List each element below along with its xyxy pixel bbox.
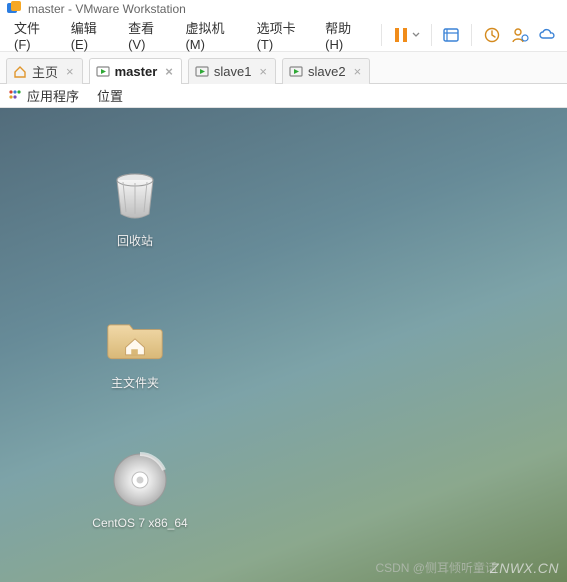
person-clock-icon[interactable] xyxy=(508,22,532,48)
gnome-apps-icon xyxy=(8,89,22,103)
vm-on-icon xyxy=(195,65,209,79)
menu-edit[interactable]: 编辑(E) xyxy=(63,12,118,58)
desktop-icon-label: 主文件夹 xyxy=(111,374,159,391)
guest-desktop[interactable]: 回收站 主文件夹 xyxy=(0,108,567,582)
cloud-sync-icon[interactable] xyxy=(535,22,559,48)
tab-slave1[interactable]: slave1 × xyxy=(188,58,276,84)
menu-tabs[interactable]: 选项卡(T) xyxy=(249,12,316,58)
desktop-icon-trash[interactable]: 回收站 xyxy=(75,166,195,249)
menu-help[interactable]: 帮助(H) xyxy=(317,12,373,58)
tab-slave2[interactable]: slave2 × xyxy=(282,58,370,84)
tab-home[interactable]: 主页 × xyxy=(6,58,83,84)
desktop-icon-label: CentOS 7 x86_64 xyxy=(92,516,187,530)
tab-label: slave1 xyxy=(214,64,252,79)
guest-menu-places[interactable]: 位置 xyxy=(97,86,123,105)
separator xyxy=(431,24,432,46)
trash-icon xyxy=(105,166,165,226)
separator xyxy=(471,24,472,46)
tab-master[interactable]: master × xyxy=(89,58,182,84)
disc-icon xyxy=(110,450,170,510)
guest-menu-applications[interactable]: 应用程序 xyxy=(27,86,79,105)
tab-label: master xyxy=(115,64,158,79)
separator xyxy=(381,24,382,46)
home-icon xyxy=(13,65,27,79)
desktop-icon-home[interactable]: 主文件夹 xyxy=(75,308,195,391)
menu-view[interactable]: 查看(V) xyxy=(120,12,175,58)
vm-on-icon xyxy=(96,65,110,79)
desktop-icon-label: 回收站 xyxy=(117,232,153,249)
close-icon[interactable]: × xyxy=(259,64,267,79)
tab-label: slave2 xyxy=(308,64,346,79)
desktop-icon-disc[interactable]: CentOS 7 x86_64 xyxy=(70,450,210,530)
tab-label: 主页 xyxy=(32,62,58,81)
menu-vm[interactable]: 虚拟机(M) xyxy=(177,12,246,58)
close-icon[interactable]: × xyxy=(354,64,362,79)
clock-icon[interactable] xyxy=(480,22,504,48)
folder-home-icon xyxy=(105,308,165,368)
menu-file[interactable]: 文件(F) xyxy=(6,12,61,58)
guest-top-bar: 应用程序 位置 xyxy=(0,84,567,108)
close-icon[interactable]: × xyxy=(165,64,173,79)
watermark-csdn: CSDN @侧耳倾听童话 xyxy=(375,559,497,576)
watermark-site: ZNWX.CN xyxy=(490,560,559,576)
pause-button[interactable] xyxy=(390,22,423,48)
vm-on-icon xyxy=(289,65,303,79)
menu-bar: 文件(F) 编辑(E) 查看(V) 虚拟机(M) 选项卡(T) 帮助(H) xyxy=(0,18,567,52)
snapshot-button[interactable] xyxy=(440,22,464,48)
close-icon[interactable]: × xyxy=(66,64,74,79)
